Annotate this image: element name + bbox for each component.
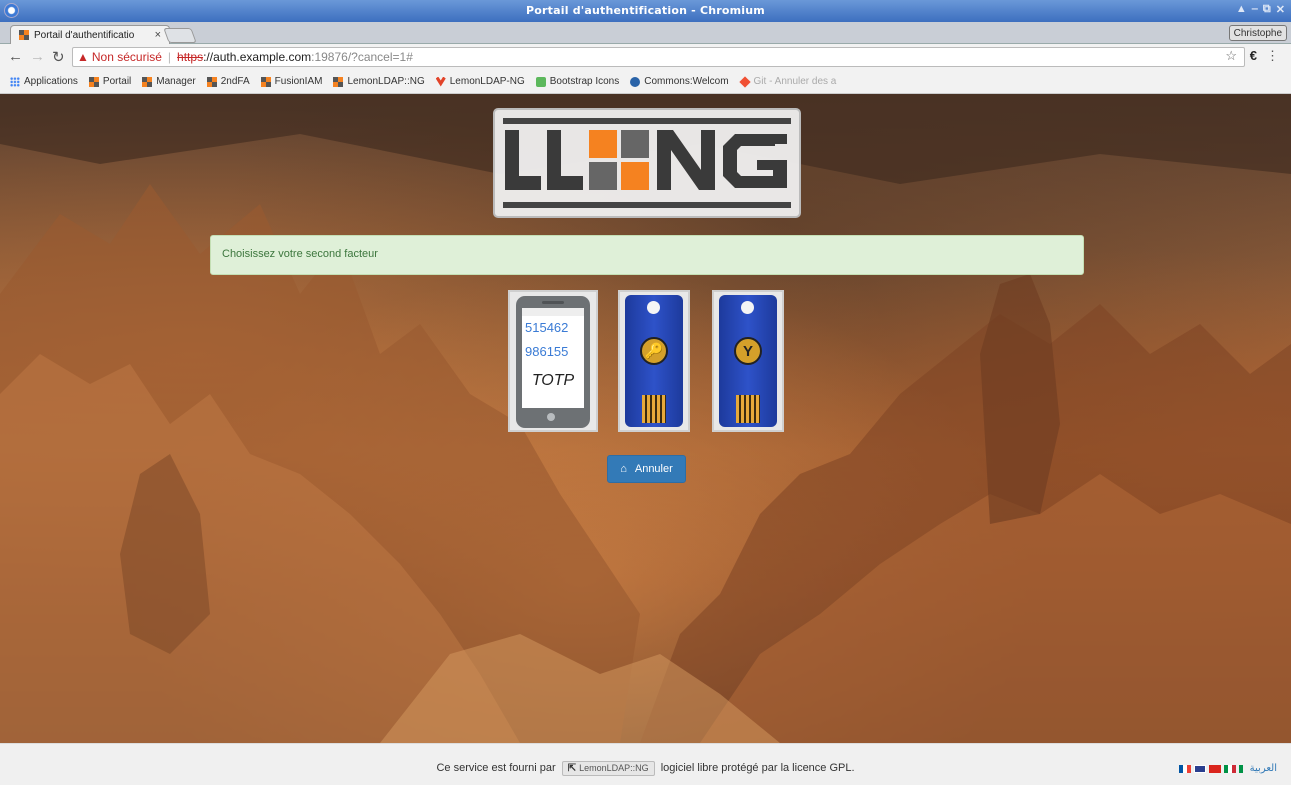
security-label[interactable]: Non sécurisé bbox=[92, 50, 162, 64]
apps-icon bbox=[10, 76, 20, 87]
footer-prefix: Ce service est fourni par bbox=[436, 762, 556, 774]
bookmark-2ndfa[interactable]: 2ndFA bbox=[206, 76, 250, 87]
totp-label: TOTP bbox=[531, 372, 575, 389]
flag-fr-icon[interactable] bbox=[1178, 764, 1191, 773]
yubikey-icon: Y bbox=[719, 295, 777, 427]
window-close-button[interactable]: ✕ bbox=[1276, 3, 1285, 16]
bookmark-label: LemonLDAP::NG bbox=[347, 76, 425, 87]
git-icon bbox=[738, 75, 751, 88]
lemonldap-link[interactable]: ⇱ LemonLDAP::NG bbox=[561, 761, 655, 776]
bookmark-label: Git - Annuler des a bbox=[753, 76, 837, 87]
window-titlebar: Portail d'authentification - Chromium ▲ … bbox=[0, 0, 1291, 22]
address-bar[interactable]: ▲ Non sécurisé | https ://auth.example.c… bbox=[72, 47, 1245, 67]
bookmark-star-icon[interactable]: ☆ bbox=[1225, 48, 1237, 64]
tab-strip: Portail d'authentificatio × Christophe bbox=[0, 22, 1291, 44]
language-selector: العربية bbox=[1178, 763, 1277, 774]
menu-dots-icon[interactable]: ⋮ bbox=[1266, 48, 1279, 64]
wikimedia-icon bbox=[630, 76, 641, 87]
bootstrap-icon bbox=[535, 76, 546, 87]
window-minimize-button[interactable]: ‒ bbox=[1252, 3, 1258, 16]
bookmark-label: Commons:Welcom bbox=[644, 76, 729, 87]
cancel-button[interactable]: ⌂ Annuler bbox=[607, 455, 686, 483]
bookmark-label: 2ndFA bbox=[220, 76, 250, 87]
bookmark-portail[interactable]: Portail bbox=[88, 76, 132, 87]
u2f-factor-button[interactable]: 🔑 bbox=[618, 290, 690, 432]
url-scheme: https bbox=[177, 50, 204, 64]
flag-ar-icon[interactable] bbox=[1238, 764, 1243, 773]
bookmark-lemonldap-gitlab[interactable]: LemonLDAP-NG bbox=[435, 76, 525, 87]
window-controls: ▲ ‒ ⧉ ✕ bbox=[1236, 3, 1285, 16]
bookmark-fusioniam[interactable]: FusionIAM bbox=[260, 76, 323, 87]
address-separator: | bbox=[167, 50, 172, 64]
lemonldap-favicon-icon bbox=[19, 30, 29, 40]
tab-title: Portail d'authentificatio bbox=[34, 29, 135, 41]
page-content: Choisissez votre second facteur 515462 9… bbox=[0, 94, 1291, 743]
bookmark-label: FusionIAM bbox=[274, 76, 323, 87]
tab-close-icon[interactable]: × bbox=[155, 29, 161, 41]
info-alert: Choisissez votre second facteur bbox=[210, 235, 1084, 275]
window-maximize-button[interactable]: ⧉ bbox=[1263, 3, 1271, 16]
bookmark-label: LemonLDAP-NG bbox=[449, 76, 525, 87]
profile-button[interactable]: Christophe bbox=[1228, 25, 1287, 41]
cancel-label: Annuler bbox=[634, 463, 673, 475]
lemonldap-icon bbox=[260, 76, 271, 87]
bookmark-git[interactable]: Git - Annuler des a bbox=[738, 75, 837, 88]
bookmark-lemonldap-ng[interactable]: LemonLDAP::NG bbox=[333, 76, 425, 87]
yubikey-factor-button[interactable]: Y bbox=[712, 290, 784, 432]
lemonldap-link-label: LemonLDAP::NG bbox=[579, 763, 649, 773]
lemonldap-icon bbox=[142, 76, 153, 87]
footer-text: Ce service est fourni par ⇱ LemonLDAP::NG… bbox=[0, 761, 1291, 776]
yubikey-symbol: Y bbox=[734, 337, 762, 365]
browser-toolbar: ← → ↻ ▲ Non sécurisé | https ://auth.exa… bbox=[0, 44, 1291, 70]
lemonldap-logo bbox=[493, 108, 801, 218]
totp-code-1: 515462 bbox=[525, 320, 569, 335]
bookmark-label: Portail bbox=[102, 76, 132, 87]
bookmark-label: Applications bbox=[24, 76, 78, 87]
bookmarks-bar: Applications Portail Manager 2ndFA Fusio… bbox=[0, 70, 1291, 94]
flag-en-icon[interactable] bbox=[1193, 764, 1206, 773]
page-footer: Ce service est fourni par ⇱ LemonLDAP::NG… bbox=[0, 743, 1291, 785]
bookmark-applications[interactable]: Applications bbox=[10, 76, 78, 87]
flag-it-icon[interactable] bbox=[1223, 764, 1236, 773]
totp-code-2: 986155 bbox=[525, 344, 569, 359]
bookmark-bootstrap-icons[interactable]: Bootstrap Icons bbox=[535, 76, 620, 87]
totp-factor-button[interactable]: 515462 986155 TOTP bbox=[508, 290, 598, 432]
lemonldap-logo-image bbox=[503, 118, 791, 208]
gitlab-icon bbox=[435, 76, 446, 87]
url-host: ://auth.example.com bbox=[203, 50, 312, 64]
reload-icon[interactable]: ↻ bbox=[52, 48, 65, 66]
back-arrow-icon[interactable]: ← bbox=[8, 48, 23, 65]
home-icon: ⌂ bbox=[620, 463, 627, 475]
flag-vi-icon[interactable] bbox=[1208, 764, 1221, 773]
tab-portail[interactable]: Portail d'authentificatio × bbox=[10, 25, 170, 44]
bookmark-commons[interactable]: Commons:Welcom bbox=[630, 76, 729, 87]
lemonldap-icon bbox=[333, 76, 344, 87]
external-link-icon: ⇱ bbox=[567, 763, 577, 774]
u2f-symbol: 🔑 bbox=[640, 337, 668, 365]
extension-icon[interactable]: € bbox=[1250, 48, 1257, 63]
window-title: Portail d'authentification - Chromium bbox=[526, 4, 765, 17]
lemonldap-icon bbox=[206, 76, 217, 87]
totp-phone-icon: 515462 986155 TOTP bbox=[516, 296, 590, 428]
new-tab-button[interactable] bbox=[163, 28, 197, 43]
url-path: :19876/?cancel=1# bbox=[311, 50, 413, 64]
u2f-key-icon: 🔑 bbox=[625, 295, 683, 427]
lemonldap-icon bbox=[88, 76, 99, 87]
bookmark-label: Manager bbox=[156, 76, 196, 87]
footer-suffix: logiciel libre protégé par la licence GP… bbox=[660, 762, 855, 774]
bookmark-manager[interactable]: Manager bbox=[142, 76, 196, 87]
forward-arrow-icon[interactable]: → bbox=[30, 48, 45, 65]
language-arabic-link[interactable]: العربية bbox=[1250, 763, 1277, 774]
window-shade-button[interactable]: ▲ bbox=[1236, 3, 1247, 16]
bookmark-label: Bootstrap Icons bbox=[549, 76, 620, 87]
warning-icon: ▲ bbox=[77, 50, 89, 64]
